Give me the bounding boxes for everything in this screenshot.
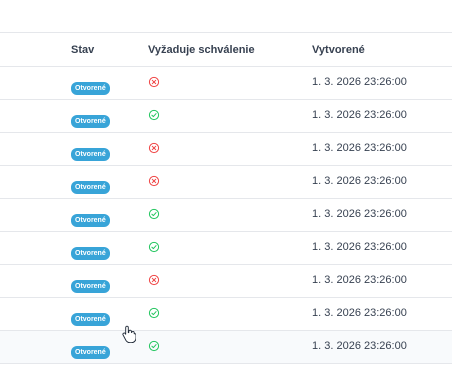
column-header-status[interactable]: Stav (71, 44, 94, 56)
status-cell: Otvorené (71, 242, 110, 260)
table-row[interactable]: Otvorené 1. 3. 2026 23:26:00 (0, 331, 452, 364)
status-badge: Otvorené (71, 214, 110, 227)
created-date: 1. 3. 2026 23:26:00 (312, 109, 407, 121)
status-badge: Otvorené (71, 82, 110, 95)
status-cell: Otvorené (71, 110, 110, 128)
top-toolbar-area (0, 0, 452, 33)
check-circle-icon (148, 241, 160, 253)
created-date: 1. 3. 2026 23:26:00 (312, 340, 407, 352)
status-cell: Otvorené (71, 209, 110, 227)
table-row[interactable]: Otvorené 1. 3. 2026 23:26:00 (0, 199, 452, 232)
table-row[interactable]: Otvorené 1. 3. 2026 23:26:00 (0, 166, 452, 199)
x-circle-icon (148, 274, 160, 286)
status-badge: Otvorené (71, 115, 110, 128)
status-cell: Otvorené (71, 341, 110, 359)
created-date: 1. 3. 2026 23:26:00 (312, 208, 407, 220)
table-row[interactable]: Otvorené 1. 3. 2026 23:26:00 (0, 100, 452, 133)
table-row[interactable]: Otvorené 1. 3. 2026 23:26:00 (0, 133, 452, 166)
table-row[interactable]: Otvorené 1. 3. 2026 23:26:00 (0, 298, 452, 331)
x-circle-icon (148, 142, 160, 154)
status-cell: Otvorené (71, 143, 110, 161)
status-cell: Otvorené (71, 77, 110, 95)
column-header-requires-approval[interactable]: Vyžaduje schválenie (148, 44, 255, 56)
hand-pointer-icon (122, 325, 136, 343)
table-header: Stav Vyžaduje schválenie Vytvorené (0, 33, 452, 67)
status-badge: Otvorené (71, 280, 110, 293)
status-badge: Otvorené (71, 247, 110, 260)
check-circle-icon (148, 340, 160, 352)
table-row[interactable]: Otvorené 1. 3. 2026 23:26:00 (0, 67, 452, 100)
status-badge: Otvorené (71, 346, 110, 359)
status-badge: Otvorené (71, 181, 110, 194)
status-cell: Otvorené (71, 308, 110, 326)
created-date: 1. 3. 2026 23:26:00 (312, 241, 407, 253)
created-date: 1. 3. 2026 23:26:00 (312, 307, 407, 319)
created-date: 1. 3. 2026 23:26:00 (312, 142, 407, 154)
created-date: 1. 3. 2026 23:26:00 (312, 274, 407, 286)
status-badge: Otvorené (71, 148, 110, 161)
check-circle-icon (148, 307, 160, 319)
status-badge: Otvorené (71, 313, 110, 326)
requests-table: Stav Vyžaduje schválenie Vytvorené Otvor… (0, 33, 452, 364)
created-date: 1. 3. 2026 23:26:00 (312, 175, 407, 187)
status-cell: Otvorené (71, 176, 110, 194)
x-circle-icon (148, 175, 160, 187)
table-row[interactable]: Otvorené 1. 3. 2026 23:26:00 (0, 265, 452, 298)
table-row[interactable]: Otvorené 1. 3. 2026 23:26:00 (0, 232, 452, 265)
column-header-created[interactable]: Vytvorené (312, 44, 365, 56)
check-circle-icon (148, 208, 160, 220)
check-circle-icon (148, 109, 160, 121)
created-date: 1. 3. 2026 23:26:00 (312, 76, 407, 88)
status-cell: Otvorené (71, 275, 110, 293)
x-circle-icon (148, 76, 160, 88)
